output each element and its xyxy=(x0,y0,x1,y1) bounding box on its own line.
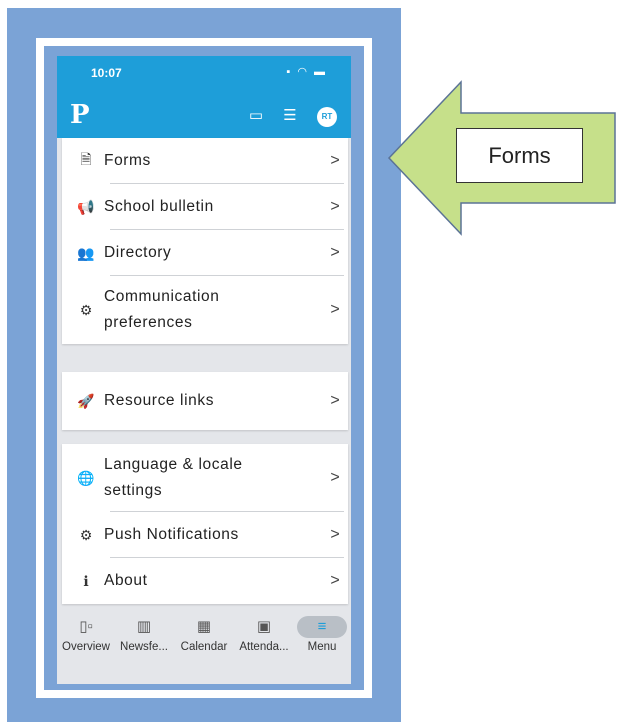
menu-item-label: Communication preferences xyxy=(104,284,322,336)
avatar[interactable]: RT xyxy=(317,107,337,127)
app-header: P ▭ ☰ RT xyxy=(57,96,351,138)
grid-icon: ▯▫ xyxy=(79,618,93,635)
hamburger-menu-icon: ≡ xyxy=(297,616,347,638)
settings-gear-icon: ⚙ xyxy=(79,301,93,318)
settings-gear-icon: ⚙ xyxy=(79,526,93,543)
chevron-right-icon: > xyxy=(330,572,340,589)
chevron-right-icon: > xyxy=(330,469,340,486)
menu-item-forms[interactable]: 🗎 Forms > xyxy=(62,138,348,184)
message-icon[interactable]: ☰ xyxy=(281,107,299,125)
label-line-2: preferences xyxy=(104,314,193,331)
inbox-icon[interactable]: ▭ xyxy=(247,107,265,125)
phone-screen: 10:07 ▪ ◠ ▬ P ▭ ☰ RT 🗎 Forms > 📢 School … xyxy=(57,56,351,684)
menu-item-push-notifications[interactable]: ⚙ Push Notifications > xyxy=(62,512,348,558)
forms-icon: 🗎 xyxy=(80,151,92,167)
powerschool-logo: P xyxy=(70,100,90,130)
menu-item-resource-links[interactable]: 🚀 Resource links > xyxy=(62,372,348,430)
chevron-right-icon: > xyxy=(330,526,340,543)
people-icon: 👥 xyxy=(77,244,95,261)
tab-label: Overview xyxy=(62,641,110,653)
menu-item-label: Directory xyxy=(104,244,172,261)
menu-card-resources: 🚀 Resource links > xyxy=(62,372,348,430)
label-line-2: settings xyxy=(104,482,163,499)
tab-menu[interactable]: ≡ Menu xyxy=(293,613,351,653)
globe-gear-icon: 🌐 xyxy=(77,469,95,486)
chevron-right-icon: > xyxy=(330,392,340,409)
newspaper-icon: ▥ xyxy=(136,618,152,635)
info-icon: ℹ xyxy=(83,572,89,589)
menu-item-label: School bulletin xyxy=(104,198,214,215)
tab-overview[interactable]: ▯▫ Overview xyxy=(57,613,115,653)
calendar-icon: ▦ xyxy=(196,618,212,635)
tab-label: Newsfe... xyxy=(120,641,168,653)
label-line-1: Communication xyxy=(104,288,220,305)
contact-card-icon: ▣ xyxy=(256,618,272,635)
signal-wifi-battery-icon: ▪ ◠ ▬ xyxy=(286,66,327,78)
rocket-icon: 🚀 xyxy=(77,392,95,409)
tab-attendance[interactable]: ▣ Attenda... xyxy=(235,613,293,653)
tab-newsfeed[interactable]: ▥ Newsfe... xyxy=(115,613,173,653)
callout-label: Forms xyxy=(456,128,583,183)
tab-label: Menu xyxy=(307,641,337,653)
label-line-1: Language & locale xyxy=(104,456,243,473)
chevron-right-icon: > xyxy=(330,198,340,215)
menu-item-label: About xyxy=(104,572,148,589)
home-indicator-area xyxy=(57,667,351,684)
menu-item-about[interactable]: ℹ About > xyxy=(62,558,348,604)
menu-item-directory[interactable]: 👥 Directory > xyxy=(62,230,348,276)
status-bar: 10:07 ▪ ◠ ▬ xyxy=(57,56,351,96)
menu-card-settings: 🌐 Language & locale settings > ⚙ Push No… xyxy=(62,444,348,604)
menu-item-label: Language & locale settings xyxy=(104,452,322,504)
menu-item-language-locale[interactable]: 🌐 Language & locale settings > xyxy=(62,444,348,512)
chevron-right-icon: > xyxy=(330,244,340,261)
menu-item-school-bulletin[interactable]: 📢 School bulletin > xyxy=(62,184,348,230)
tab-label: Attenda... xyxy=(239,641,289,653)
tab-calendar[interactable]: ▦ Calendar xyxy=(175,613,233,653)
menu-item-label: Forms xyxy=(104,152,151,169)
menu-card-main: 🗎 Forms > 📢 School bulletin > 👥 Director… xyxy=(62,138,348,344)
tab-label: Calendar xyxy=(180,641,228,653)
menu-item-label: Resource links xyxy=(104,392,215,409)
status-time: 10:07 xyxy=(91,66,122,80)
megaphone-icon: 📢 xyxy=(77,198,95,215)
menu-item-label: Push Notifications xyxy=(104,526,239,543)
chevron-right-icon: > xyxy=(330,152,340,169)
menu-item-communication-preferences[interactable]: ⚙ Communication preferences > xyxy=(62,276,348,344)
bottom-tab-bar: ▯▫ Overview ▥ Newsfe... ▦ Calendar ▣ Att… xyxy=(57,611,351,667)
chevron-right-icon: > xyxy=(330,301,340,318)
